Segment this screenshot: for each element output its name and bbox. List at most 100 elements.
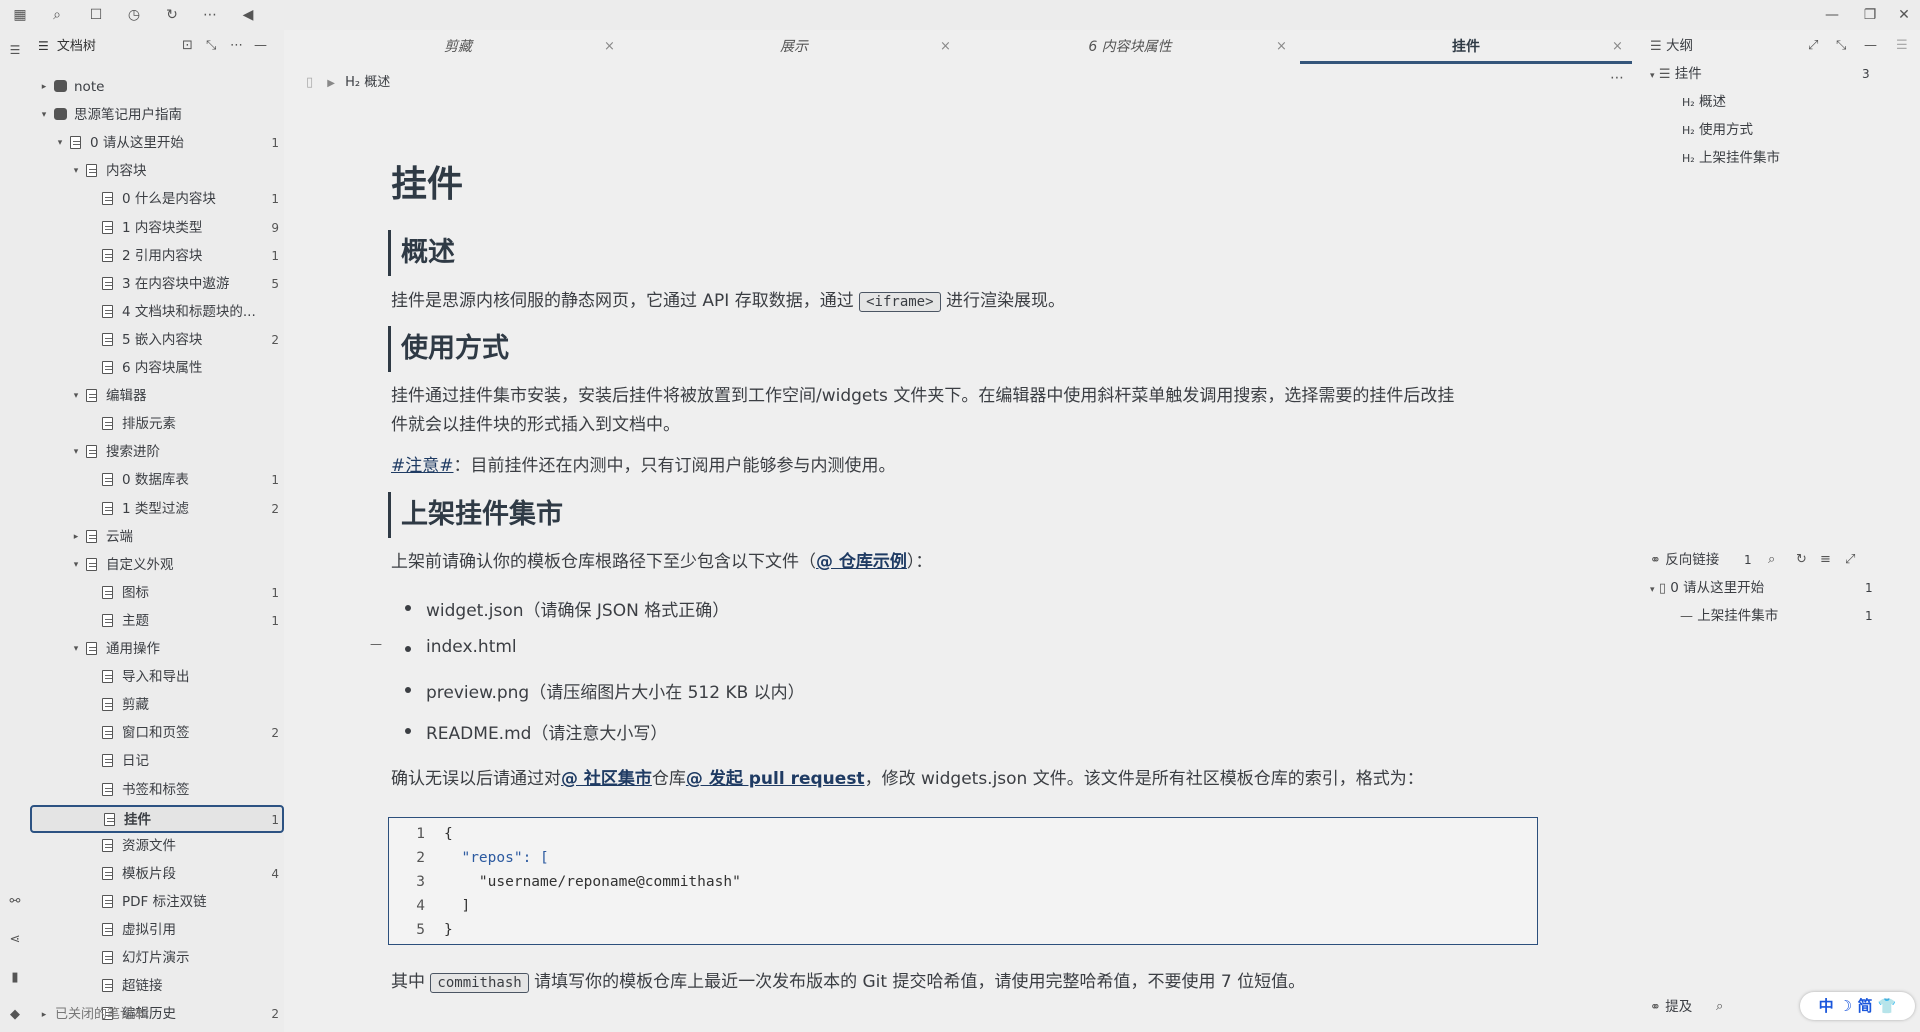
tree-item[interactable]: 4 文档块和标题块的...	[30, 299, 284, 325]
tab-close-icon[interactable]: ×	[1276, 30, 1287, 64]
tree-item[interactable]: ▾ 思源笔记用户指南	[30, 102, 284, 128]
tree-item[interactable]: 剪藏	[30, 692, 284, 718]
tree-item[interactable]: 超链接	[30, 973, 284, 999]
tree-item[interactable]: 资源文件	[30, 833, 284, 859]
list-item[interactable]: preview.png（请压缩图片大小在 512 KB 以内）	[405, 678, 805, 703]
outline-item-label[interactable]: 上架挂件集市	[1699, 150, 1780, 166]
tree-arrow-icon[interactable]: ▾	[70, 383, 82, 409]
code-block[interactable]: 1{2 "repos": [3 "username/reponame@commi…	[388, 817, 1538, 945]
tree-item[interactable]: 1 类型过滤 2	[30, 496, 284, 522]
outline-item[interactable]: H₂ 概述	[1682, 89, 1726, 115]
more-icon[interactable]: ⋯	[200, 5, 220, 25]
backlink-doc[interactable]: ▾ ▯ 0 请从这里开始	[1650, 575, 1764, 601]
share-icon[interactable]: ⋖	[5, 930, 25, 950]
restore-icon[interactable]: ❐	[1860, 5, 1880, 25]
backlink-ref[interactable]: — 上架挂件集市	[1680, 603, 1778, 629]
close-window-icon[interactable]: ✕	[1894, 5, 1914, 25]
backlinks-collapse-icon[interactable]: ≡	[1820, 547, 1831, 573]
editor-more-icon[interactable]: ⋯	[1610, 70, 1624, 86]
backlinks-expand-icon[interactable]: ⤢	[1845, 547, 1855, 573]
dock-menu-icon[interactable]: ☰	[5, 40, 25, 60]
tree-item[interactable]: 模板片段 4	[30, 861, 284, 887]
paragraph-usage-line2[interactable]: 件就会以挂件块的形式插入到文档中。	[391, 411, 680, 440]
bookmark-icon[interactable]: ▮	[5, 968, 25, 988]
paragraph-usage-line1[interactable]: 挂件通过挂件集市安装，安装后挂件将被放置到工作空间/widgets 文件夹下。在…	[391, 382, 1454, 411]
tree-arrow-icon[interactable]: ▸	[38, 74, 50, 100]
history-icon[interactable]: ◷	[124, 5, 144, 25]
paragraph-commithash[interactable]: 其中 commithash 请填写你的模板仓库上最近一次发布版本的 Git 提交…	[391, 968, 1305, 998]
tree-item[interactable]: 窗口和页签 2	[30, 720, 284, 746]
mentions-header[interactable]: ⚭ 提及	[1650, 994, 1692, 1020]
tree-item[interactable]: 导入和导出	[30, 664, 284, 690]
list-item[interactable]: README.md（请注意大小写）	[404, 719, 667, 744]
collapse-left-icon[interactable]: ◀	[238, 5, 258, 25]
tree-arrow-icon[interactable]: ▾	[70, 158, 82, 184]
outline-minimize-icon[interactable]: —	[1864, 33, 1877, 59]
expand-icon[interactable]: ⤢	[1808, 33, 1818, 59]
list-item[interactable]: index.html	[405, 637, 517, 657]
tree-item[interactable]: 6 内容块属性	[30, 355, 284, 381]
tree-item[interactable]: ▾ 0 请从这里开始 1	[30, 130, 284, 156]
tree-item[interactable]: ▾ 编辑器	[30, 383, 284, 409]
tree-item[interactable]: 2 引用内容块 1	[30, 243, 284, 269]
tree-item[interactable]: 书签和标签	[30, 777, 284, 803]
heading-usage[interactable]: 使用方式	[388, 326, 509, 372]
tree-item-selected[interactable]: 挂件 1	[30, 804, 284, 833]
tree-item[interactable]: 0 什么是内容块 1	[30, 186, 284, 212]
backlinks-search-icon[interactable]: ⌕	[1768, 547, 1775, 573]
refresh-icon[interactable]: ↻	[162, 5, 182, 25]
tree-item[interactable]: ▾ 通用操作	[30, 636, 284, 662]
tab-close-icon[interactable]: ×	[1612, 30, 1623, 64]
tab-3[interactable]: 6 内容块属性	[964, 30, 1296, 64]
locate-icon[interactable]: ⊡	[182, 30, 193, 62]
tree-more-icon[interactable]: ⋯	[230, 30, 243, 62]
doc-title[interactable]: 挂件	[391, 155, 463, 207]
tree-item[interactable]: 幻灯片演示	[30, 945, 284, 971]
tree-item[interactable]: 日记	[30, 748, 284, 774]
tree-arrow-icon[interactable]: ▾	[70, 636, 82, 662]
minimize-icon[interactable]: —	[1822, 5, 1842, 25]
list-item[interactable]: widget.json（请确保 JSON 格式正确）	[404, 596, 729, 621]
tree-item[interactable]: 虚拟引用	[30, 917, 284, 943]
ime-indicator[interactable]: 中 ☽ 简 👕	[1800, 992, 1915, 1020]
tab-4[interactable]: 挂件	[1300, 30, 1632, 64]
paragraph-note[interactable]: #注意#：目前挂件还在内测中，只有订阅用户能够参与内测使用。	[391, 452, 896, 481]
search-icon[interactable]: ⌕	[47, 5, 67, 25]
tree-item[interactable]: ▸ note	[30, 74, 284, 100]
drag-handle-icon[interactable]: —	[370, 637, 382, 651]
paragraph-overview[interactable]: 挂件是思源内核伺服的静态网页，它通过 API 存取数据，通过 <iframe> …	[391, 287, 1065, 317]
tree-item[interactable]: ▸ 云端	[30, 524, 284, 550]
tree-arrow-icon[interactable]: ▾	[70, 439, 82, 465]
pull-request-link[interactable]: @ 发起 pull request	[686, 769, 865, 789]
heading-market[interactable]: 上架挂件集市	[388, 492, 563, 538]
tab-1[interactable]: 剪藏	[292, 30, 624, 64]
tree-item[interactable]: 排版元素	[30, 411, 284, 437]
paragraph-market[interactable]: 上架前请确认你的模板仓库根路径下至少包含以下文件（@ 仓库示例）：	[391, 548, 932, 577]
tree-arrow-icon[interactable]: ▾	[54, 130, 66, 156]
breadcrumb-item[interactable]: 概述	[364, 75, 390, 90]
tree-item[interactable]: 3 在内容块中遨游 5	[30, 271, 284, 297]
tab-close-icon[interactable]: ×	[940, 30, 951, 64]
tree-arrow-icon[interactable]: ▾	[70, 552, 82, 578]
square-icon[interactable]: ☐	[86, 5, 106, 25]
tree-item[interactable]: PDF 标注双链	[30, 889, 284, 915]
collapse-icon[interactable]: ⤡	[1836, 33, 1846, 59]
paragraph-confirm[interactable]: 确认无误以后请通过对@ 社区集市仓库@ 发起 pull request，修改 w…	[391, 765, 1424, 794]
closed-notebooks[interactable]: ▸ 已关闭的笔记本	[30, 1002, 284, 1028]
doc-icon[interactable]: ▯	[306, 75, 313, 90]
tree-item[interactable]: 图标 1	[30, 580, 284, 606]
tree-item[interactable]: 1 内容块类型 9	[30, 215, 284, 241]
tree-item[interactable]: 主题 1	[30, 608, 284, 634]
right-dock-menu-icon[interactable]: ☰	[1896, 33, 1908, 59]
note-tag[interactable]: #注意#	[391, 456, 454, 476]
tree-arrow-icon[interactable]: ▾	[38, 102, 50, 128]
mentions-search-icon[interactable]: ⌕	[1716, 994, 1723, 1020]
outline-item[interactable]: H₂ 使用方式	[1682, 117, 1753, 143]
tree-item[interactable]: ▾ 内容块	[30, 158, 284, 184]
outline-root[interactable]: ▾ ☰ 挂件	[1650, 61, 1702, 87]
graph-icon[interactable]: ⚯	[5, 892, 25, 912]
tree-arrow-icon[interactable]: ▸	[70, 524, 82, 550]
repo-example-link[interactable]: @ 仓库示例	[816, 552, 907, 572]
heading-overview[interactable]: 概述	[388, 230, 455, 276]
backlinks-refresh-icon[interactable]: ↻	[1796, 547, 1807, 573]
